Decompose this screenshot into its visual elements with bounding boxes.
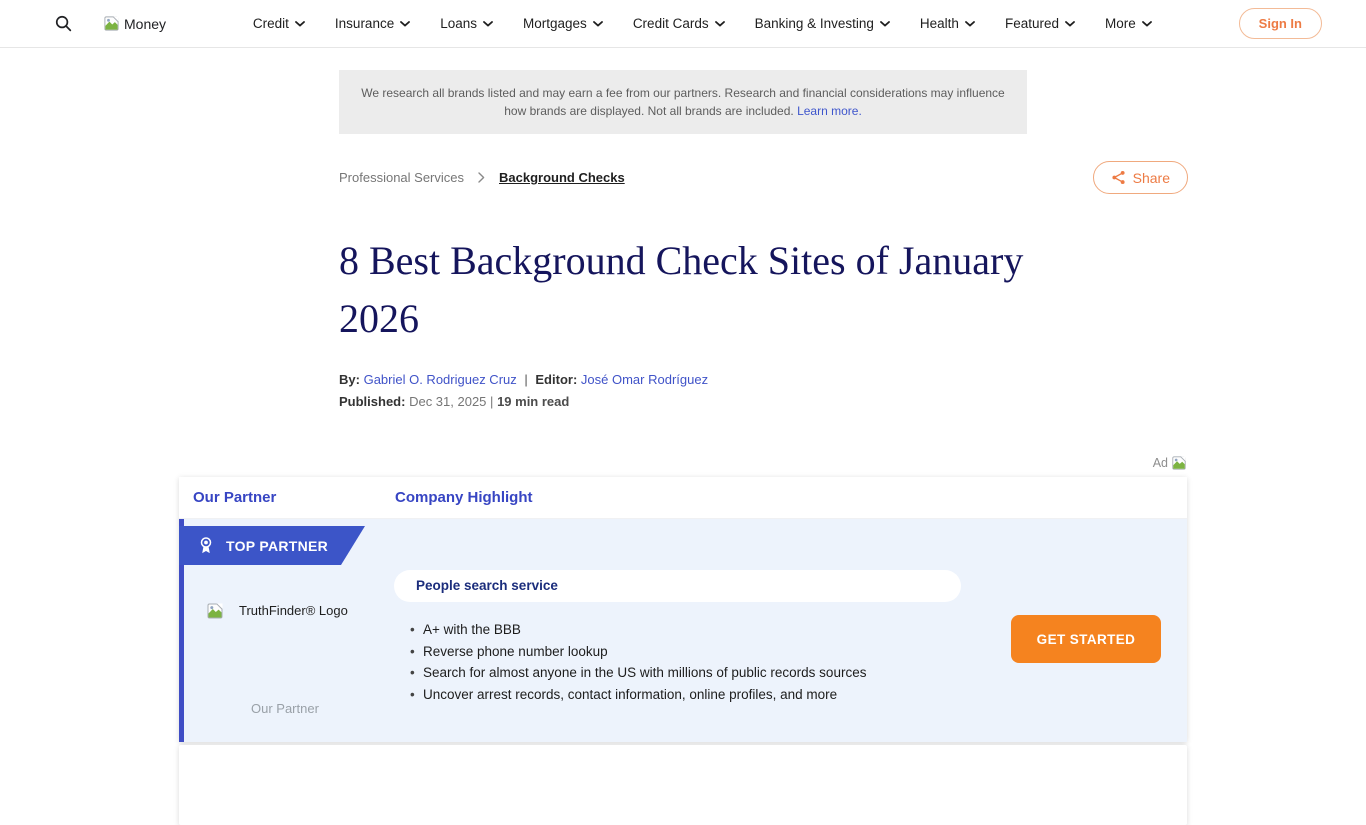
highlight-bullet: A+ with the BBB [410,619,866,641]
broken-image-icon [1171,455,1187,471]
nav-item-credit[interactable]: Credit [253,16,305,31]
top-partner-label: TOP PARTNER [226,538,328,554]
sign-in-button[interactable]: Sign In [1239,8,1322,39]
nav-item-more[interactable]: More [1105,16,1152,31]
chevron-down-icon [880,21,890,27]
nav-item-loans[interactable]: Loans [440,16,493,31]
read-time: 19 min read [497,394,569,409]
highlight-bullet-list: A+ with the BBB Reverse phone number loo… [410,619,866,705]
top-navigation-bar: Money Credit Insurance Loans Mortgages C… [0,0,1366,48]
author-link[interactable]: Gabriel O. Rodriguez Cruz [364,372,517,387]
page-content: We research all brands listed and may ea… [179,70,1187,825]
nav-item-credit-cards[interactable]: Credit Cards [633,16,725,31]
article-title: 8 Best Background Check Sites of January… [339,232,1027,348]
byline: By: Gabriel O. Rodriguez Cruz | Editor: … [339,372,1027,387]
search-button[interactable] [50,10,77,37]
nav-item-banking-investing[interactable]: Banking & Investing [755,16,890,31]
chevron-down-icon [593,21,603,27]
top-partner-badge: TOP PARTNER [179,526,365,565]
breadcrumb: Professional Services Background Checks … [339,161,1027,194]
search-icon [54,14,73,33]
chevron-down-icon [1142,21,1152,27]
published-label: Published: [339,394,405,409]
partner-logo-alt-text: TruthFinder® Logo [239,602,348,618]
by-label: By: [339,372,360,387]
partner-card-header: Our Partner Company Highlight [179,477,1187,519]
broken-image-icon [206,602,224,620]
highlight-bullet: Reverse phone number lookup [410,641,866,663]
next-section-preview [179,745,1187,825]
disclosure-banner: We research all brands listed and may ea… [339,70,1027,134]
publine-separator: | [490,394,493,409]
get-started-button[interactable]: GET STARTED [1011,615,1161,663]
breadcrumb-parent[interactable]: Professional Services [339,170,464,185]
primary-nav: Credit Insurance Loans Mortgages Credit … [186,16,1219,31]
money-logo[interactable]: Money [103,15,166,32]
disclosure-text: We research all brands listed and may ea… [361,86,1004,118]
partner-card-body: TOP PARTNER TruthFinder® Logo Our Partne… [179,519,1187,742]
broken-image-icon [103,15,120,32]
company-highlight-column-header: Company Highlight [395,489,533,506]
highlight-bullet: Uncover arrest records, contact informat… [410,684,866,706]
our-partner-caption: Our Partner [251,701,319,716]
highlight-bullet: Search for almost anyone in the US with … [410,662,866,684]
partner-logo[interactable]: TruthFinder® Logo [206,602,348,620]
published-date: Dec 31, 2025 [409,394,486,409]
published-line: Published: Dec 31, 2025 | 19 min read [339,394,1027,409]
ad-label: Ad [1153,456,1168,470]
ad-label-row: Ad [179,455,1187,471]
nav-item-insurance[interactable]: Insurance [335,16,410,31]
logo-alt-text: Money [124,16,166,32]
byline-separator: | [524,372,527,387]
nav-item-featured[interactable]: Featured [1005,16,1075,31]
medal-icon [197,536,215,555]
chevron-down-icon [295,21,305,27]
chevron-down-icon [715,21,725,27]
editor-link[interactable]: José Omar Rodríguez [581,372,708,387]
our-partner-column-header: Our Partner [193,489,395,506]
chevron-down-icon [965,21,975,27]
chevron-down-icon [400,21,410,27]
breadcrumb-current[interactable]: Background Checks [499,170,625,185]
partner-comparison-card: Our Partner Company Highlight TOP PARTNE… [179,477,1187,742]
chevron-down-icon [1065,21,1075,27]
nav-item-health[interactable]: Health [920,16,975,31]
editor-label: Editor: [535,372,577,387]
chevron-right-icon [478,172,485,183]
nav-item-mortgages[interactable]: Mortgages [523,16,603,31]
share-icon [1111,170,1126,185]
share-label: Share [1133,170,1170,186]
learn-more-link[interactable]: Learn more. [797,104,862,118]
chevron-down-icon [483,21,493,27]
service-highlight-pill: People search service [394,570,961,602]
share-button[interactable]: Share [1093,161,1188,194]
